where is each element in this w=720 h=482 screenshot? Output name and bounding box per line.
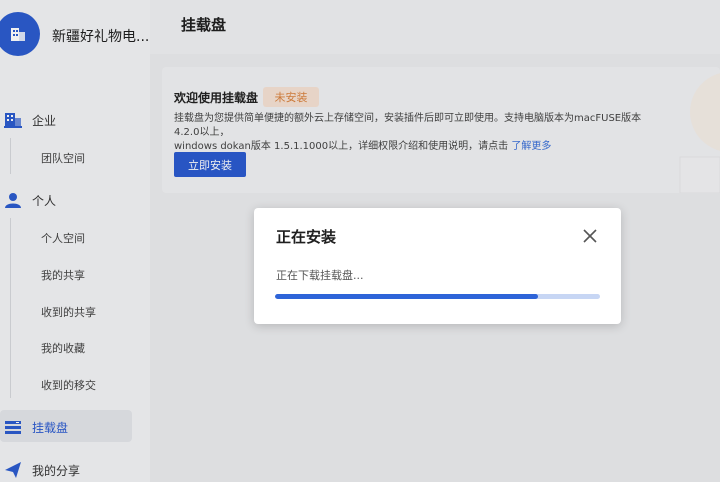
installing-dialog: 正在安装 正在下载挂载盘... <box>254 208 621 324</box>
download-status-text: 正在下载挂载盘... <box>276 269 364 282</box>
download-progress-bar <box>275 294 600 299</box>
download-progress-fill <box>275 294 539 299</box>
close-icon[interactable] <box>582 228 598 244</box>
dialog-title: 正在安装 <box>276 228 337 246</box>
